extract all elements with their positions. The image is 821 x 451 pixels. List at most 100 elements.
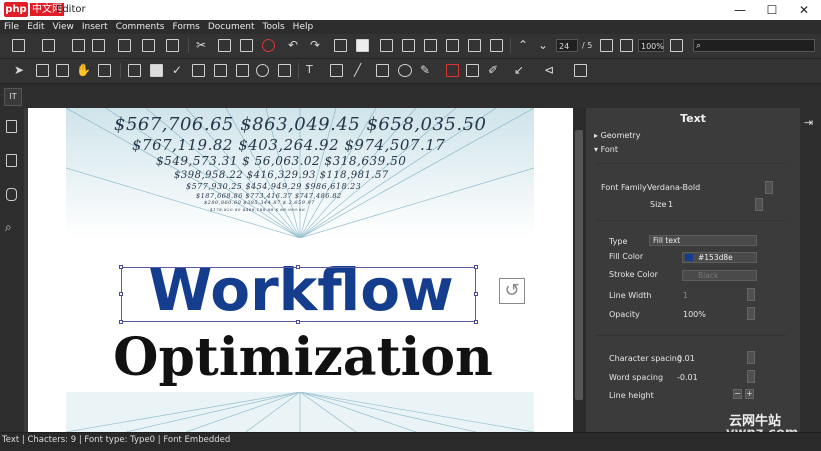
chevron-up-icon[interactable]: ⌃ <box>518 37 528 53</box>
hand-tool-icon[interactable]: ✋ <box>76 62 91 78</box>
resize-handle[interactable] <box>119 265 123 269</box>
word-spacing-value[interactable]: -0.01 <box>677 373 698 382</box>
button-field-icon[interactable] <box>150 64 163 77</box>
pencil-icon[interactable]: ✎ <box>420 62 430 78</box>
menu-comments[interactable]: Comments <box>112 20 169 34</box>
pages-icon[interactable] <box>6 154 17 167</box>
page-number-input[interactable]: 24 <box>556 39 578 52</box>
arrow-icon[interactable]: ↙ <box>514 62 524 78</box>
text-select-icon[interactable] <box>36 64 49 77</box>
line-icon[interactable]: ╱ <box>354 62 361 78</box>
measure-icon[interactable] <box>574 64 587 77</box>
selection-box[interactable] <box>121 267 476 322</box>
line-height-increase-button[interactable]: + <box>745 389 754 399</box>
align-center-icon[interactable] <box>402 39 415 52</box>
text-tool-icon[interactable]: T <box>306 62 313 78</box>
align-right-icon[interactable] <box>424 39 437 52</box>
character-spacing-spinner[interactable] <box>747 351 755 364</box>
type-select[interactable]: Fill text <box>649 235 757 246</box>
opacity-spinner[interactable] <box>747 307 755 320</box>
menu-document[interactable]: Document <box>204 20 259 34</box>
font-family-value[interactable]: Verdana-Bold <box>647 183 700 192</box>
menu-edit[interactable]: Edit <box>23 20 48 34</box>
resize-handle[interactable] <box>474 265 478 269</box>
frame-icon[interactable] <box>334 39 347 52</box>
menu-help[interactable]: Help <box>289 20 318 34</box>
resize-handle[interactable] <box>474 292 478 296</box>
tab-document[interactable]: IT <box>4 88 22 106</box>
snapshot-icon[interactable] <box>56 64 69 77</box>
panel-toggle-icon[interactable]: ⇥ <box>804 116 813 129</box>
menu-file[interactable]: File <box>0 20 23 34</box>
menu-tools[interactable]: Tools <box>259 20 289 34</box>
undo-icon[interactable]: ↶ <box>288 37 298 53</box>
fill-color-select[interactable]: #153d8e <box>682 252 757 263</box>
menu-insert[interactable]: Insert <box>78 20 112 34</box>
headline-optimization[interactable]: Optimization <box>98 324 508 392</box>
maximize-button[interactable]: ☐ <box>756 0 788 20</box>
print-icon[interactable] <box>142 39 155 52</box>
textbox-icon[interactable] <box>466 64 479 77</box>
redo-icon[interactable]: ↷ <box>310 37 320 53</box>
font-family-dropdown[interactable] <box>765 181 773 194</box>
zoom-level-input[interactable]: 100% <box>638 39 664 52</box>
attachments-icon[interactable] <box>6 188 17 201</box>
line-height-decrease-button[interactable]: − <box>733 389 742 399</box>
checkbox-icon[interactable]: ✓ <box>172 62 182 78</box>
list-box-icon[interactable] <box>192 64 205 77</box>
image-icon[interactable] <box>330 64 343 77</box>
section-geometry[interactable]: ▸ Geometry <box>594 131 640 140</box>
open-folder-icon[interactable] <box>42 39 55 52</box>
word-spacing-spinner[interactable] <box>747 370 755 383</box>
polyline-icon[interactable]: ⊲ <box>544 62 554 78</box>
highlight-icon[interactable]: ✐ <box>488 62 498 78</box>
align-top-icon[interactable] <box>446 39 459 52</box>
rotate-handle-icon[interactable]: ↺ <box>499 278 525 304</box>
size-spinner[interactable] <box>755 198 763 211</box>
opacity-value[interactable]: 100% <box>683 310 706 319</box>
save-icon[interactable] <box>72 39 85 52</box>
search-input[interactable] <box>693 39 815 52</box>
align-bottom-icon[interactable] <box>490 39 503 52</box>
minimize-button[interactable]: — <box>724 0 756 20</box>
paste-icon[interactable] <box>240 39 253 52</box>
fit-width-icon[interactable] <box>600 39 613 52</box>
text-field-icon[interactable] <box>128 64 141 77</box>
zoom-in-icon[interactable] <box>670 39 683 52</box>
rectangle-icon[interactable] <box>376 64 389 77</box>
resize-handle[interactable] <box>296 265 300 269</box>
document-page[interactable]: $567,706.65 $863,049.45 $658,035.50 $767… <box>28 108 573 432</box>
signature-field-icon[interactable] <box>236 64 249 77</box>
cut-icon[interactable]: ✂ <box>196 37 206 53</box>
bookmarks-icon[interactable] <box>6 120 17 133</box>
ellipse-icon[interactable] <box>398 64 412 77</box>
chevron-down-icon[interactable]: ⌄ <box>538 37 548 53</box>
crop-icon[interactable] <box>98 64 111 77</box>
new-document-icon[interactable] <box>12 39 25 52</box>
line-width-spinner[interactable] <box>747 288 755 301</box>
copy-icon[interactable] <box>218 39 231 52</box>
scrollbar-thumb[interactable] <box>575 130 583 400</box>
resize-handle[interactable] <box>119 292 123 296</box>
save-as-icon[interactable] <box>92 39 105 52</box>
line-width-value[interactable]: 1 <box>683 291 688 300</box>
fit-page-icon[interactable] <box>620 39 633 52</box>
menu-forms[interactable]: Forms <box>168 20 203 34</box>
menu-view[interactable]: View <box>49 20 78 34</box>
select-arrow-icon[interactable]: ➤ <box>14 62 24 78</box>
note-icon[interactable] <box>278 64 291 77</box>
search-panel-icon[interactable]: ⌕ <box>5 220 12 235</box>
fill-frame-icon[interactable] <box>356 39 369 52</box>
stamp-icon[interactable] <box>446 64 459 77</box>
character-spacing-value[interactable]: 0.01 <box>677 354 695 363</box>
section-font[interactable]: ▾ Font <box>594 145 618 154</box>
stroke-color-select[interactable]: Black <box>682 270 757 281</box>
align-middle-icon[interactable] <box>468 39 481 52</box>
email-icon[interactable] <box>118 39 131 52</box>
delete-icon[interactable] <box>262 39 275 52</box>
print-preview-icon[interactable] <box>166 39 179 52</box>
radio-button-icon[interactable] <box>256 64 269 77</box>
combo-box-icon[interactable] <box>214 64 227 77</box>
align-left-icon[interactable] <box>380 39 393 52</box>
close-button[interactable]: ✕ <box>788 0 820 20</box>
